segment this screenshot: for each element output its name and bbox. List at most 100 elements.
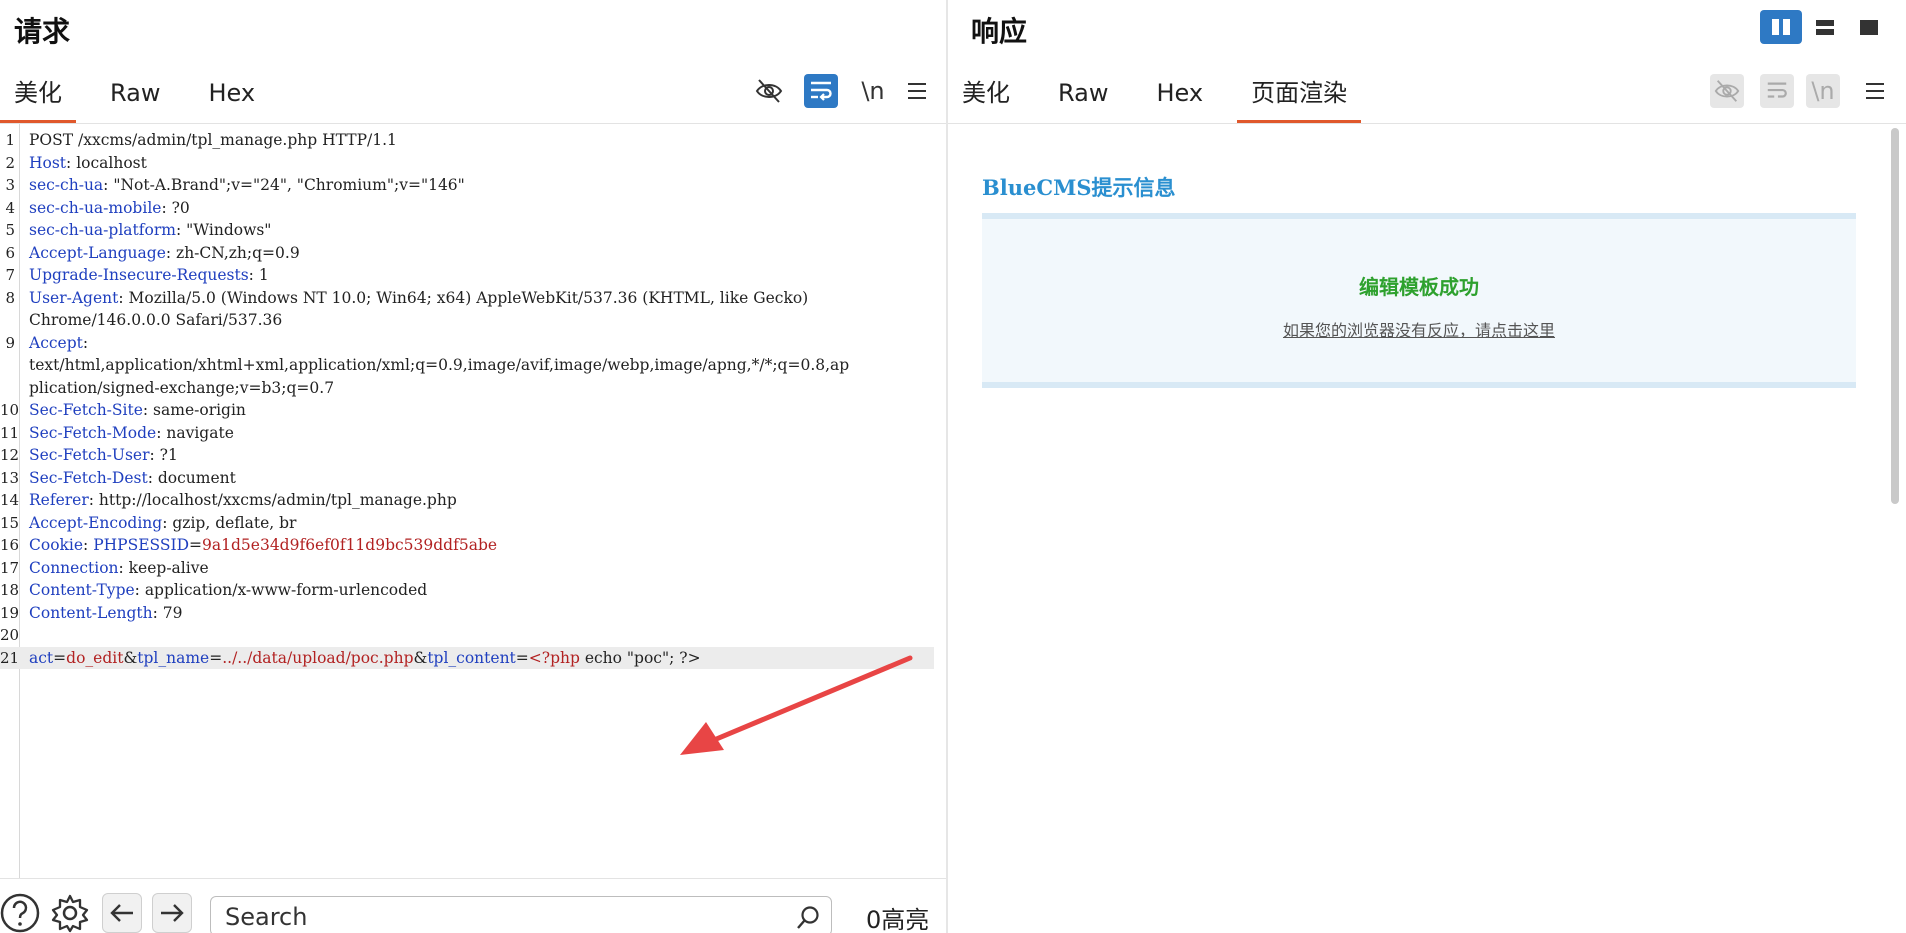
search-input[interactable] [225, 901, 785, 933]
cms-message-title: BlueCMS提示信息 [982, 175, 1176, 200]
line-number: 12 [0, 446, 20, 464]
search-prev-button[interactable] [102, 893, 142, 933]
newline-label: \n [1811, 77, 1835, 105]
response-pane: 响应 美化 Raw Hex 页面渲染 \n BlueCMS提示信息 编辑模板成功… [948, 0, 1906, 933]
code-text: Upgrade-Insecure-Requests: 1 [29, 266, 269, 284]
line-number: 13 [0, 468, 20, 487]
code-text: Chrome/146.0.0.0 Safari/537.36 [29, 311, 283, 329]
line-number: 10 [0, 401, 20, 419]
request-editor[interactable]: 1 POST /xxcms/admin/tpl_manage.php HTTP/1… [0, 124, 946, 878]
code-text: Sec-Fetch-User: ?1 [29, 446, 178, 464]
wrap-lines-toggle[interactable] [804, 74, 838, 108]
message-box: 编辑模板成功 如果您的浏览器没有反应，请点击这里 [982, 213, 1856, 388]
request-tab-raw[interactable]: Raw [96, 68, 174, 124]
code-text: Sec-Fetch-Site: same-origin [29, 401, 246, 419]
layout-single-button[interactable] [1848, 10, 1890, 44]
success-message: 编辑模板成功 [1359, 275, 1479, 299]
request-tabs: 美化 Raw Hex [0, 68, 289, 124]
line-number: 16 [0, 536, 20, 554]
response-menu-button[interactable] [1858, 74, 1892, 108]
code-text: Sec-Fetch-Dest: document [29, 468, 236, 487]
wrap-icon [1767, 82, 1787, 98]
code-text: act=do_edit&tpl_name=../../data/upload/p… [29, 648, 701, 667]
line-number: 3 [5, 176, 15, 194]
code-text: Content-Length: 79 [29, 603, 183, 622]
question-icon [0, 893, 40, 933]
redirect-link[interactable]: 如果您的浏览器没有反应，请点击这里 [982, 317, 1856, 341]
search-box [210, 896, 832, 933]
line-number: 17 [0, 558, 20, 577]
request-menu-button[interactable] [900, 74, 934, 108]
line-number: 8 [5, 288, 15, 307]
request-pane: 请求 美化 Raw Hex \n 1 POST /xxcms/admin/tpl… [0, 0, 946, 933]
line-number: 7 [5, 266, 15, 284]
rendered-page: BlueCMS提示信息 编辑模板成功 如果您的浏览器没有反应，请点击这里 [948, 124, 1894, 933]
line-number: 20 [0, 626, 20, 644]
line-number: 15 [0, 513, 20, 532]
show-newlines-toggle[interactable]: \n [856, 74, 890, 108]
code-text: Host: localhost [29, 153, 147, 172]
hamburger-icon [908, 83, 926, 99]
code-text: Content-Type: application/x-www-form-url… [29, 581, 428, 599]
response-tab-pretty[interactable]: 美化 [948, 68, 1024, 124]
request-tab-hex[interactable]: Hex [194, 68, 269, 124]
line-number: 1 [5, 131, 15, 149]
code-text: POST /xxcms/admin/tpl_manage.php HTTP/1.… [29, 131, 397, 149]
line-number: 9 [5, 333, 15, 352]
response-wrap-lines-toggle[interactable] [1760, 74, 1794, 108]
newline-label: \n [861, 77, 885, 105]
line-number: 14 [0, 491, 20, 509]
request-title: 请求 [14, 15, 71, 48]
code-text: Referer: http://localhost/xxcms/admin/tp… [29, 491, 457, 509]
response-tabs: 美化 Raw Hex 页面渲染 [948, 68, 1381, 124]
request-tab-pretty[interactable]: 美化 [0, 68, 76, 124]
code-text: Accept: [29, 333, 89, 352]
settings-button[interactable] [50, 893, 90, 933]
line-number: 18 [0, 581, 20, 599]
line-number: 11 [0, 423, 20, 442]
hamburger-icon [1866, 83, 1884, 99]
columns-icon [1772, 19, 1790, 35]
code-text: text/html,application/xhtml+xml,applicat… [29, 356, 850, 374]
code-text: Accept-Encoding: gzip, deflate, br [29, 513, 297, 532]
code-text: plication/signed-exchange;v=b3;q=0.7 [29, 378, 335, 397]
eye-off-icon [1714, 80, 1740, 102]
code-text: Cookie: PHPSESSID=9a1d5e34d9f6ef0f11d9bc… [29, 536, 498, 554]
app-window: 请求 美化 Raw Hex \n 1 POST /xxcms/admin/tpl… [0, 0, 1906, 933]
response-show-newlines-toggle[interactable]: \n [1806, 74, 1840, 108]
code-text: sec-ch-ua-mobile: ?0 [29, 198, 190, 217]
response-tab-render[interactable]: 页面渲染 [1237, 68, 1362, 124]
help-button[interactable] [0, 893, 40, 933]
arrow-left-icon [110, 904, 133, 922]
render-scrollbar-thumb[interactable] [1891, 128, 1899, 504]
code-text: Accept-Language: zh-CN,zh;q=0.9 [29, 243, 300, 262]
line-number: 4 [5, 198, 15, 217]
line-number: 5 [5, 221, 15, 239]
wrap-icon [811, 81, 832, 101]
line-number: 21 [0, 648, 20, 667]
search-next-button[interactable] [152, 893, 192, 933]
layout-stacked-button[interactable] [1804, 10, 1846, 44]
rows-icon [1816, 20, 1834, 35]
code-text: Sec-Fetch-Mode: navigate [29, 423, 234, 442]
response-title: 响应 [971, 15, 1028, 48]
line-number: 19 [0, 603, 20, 622]
bottom-bar-divider [0, 878, 946, 879]
code-text: sec-ch-ua-platform: "Windows" [29, 221, 272, 239]
code-text: sec-ch-ua: "Not-A.Brand";v="24", "Chromi… [29, 176, 465, 194]
arrow-right-icon [161, 904, 184, 922]
hide-nonprintable-toggle[interactable] [752, 74, 786, 108]
line-number: 2 [5, 153, 15, 172]
response-tab-raw[interactable]: Raw [1044, 68, 1122, 124]
single-pane-icon [1860, 20, 1878, 35]
line-number: 6 [5, 243, 15, 262]
response-hide-nonprintable-toggle[interactable] [1710, 74, 1744, 108]
red-arrow-annotation [680, 655, 913, 755]
search-icon[interactable] [795, 905, 821, 931]
line-number-gutter [19, 124, 20, 878]
highlight-count: 0高亮 [866, 906, 930, 933]
code-text: Connection: keep-alive [29, 558, 209, 577]
response-tab-hex[interactable]: Hex [1142, 68, 1217, 124]
layout-side-by-side-button[interactable] [1760, 10, 1802, 44]
eye-off-icon [755, 79, 783, 103]
